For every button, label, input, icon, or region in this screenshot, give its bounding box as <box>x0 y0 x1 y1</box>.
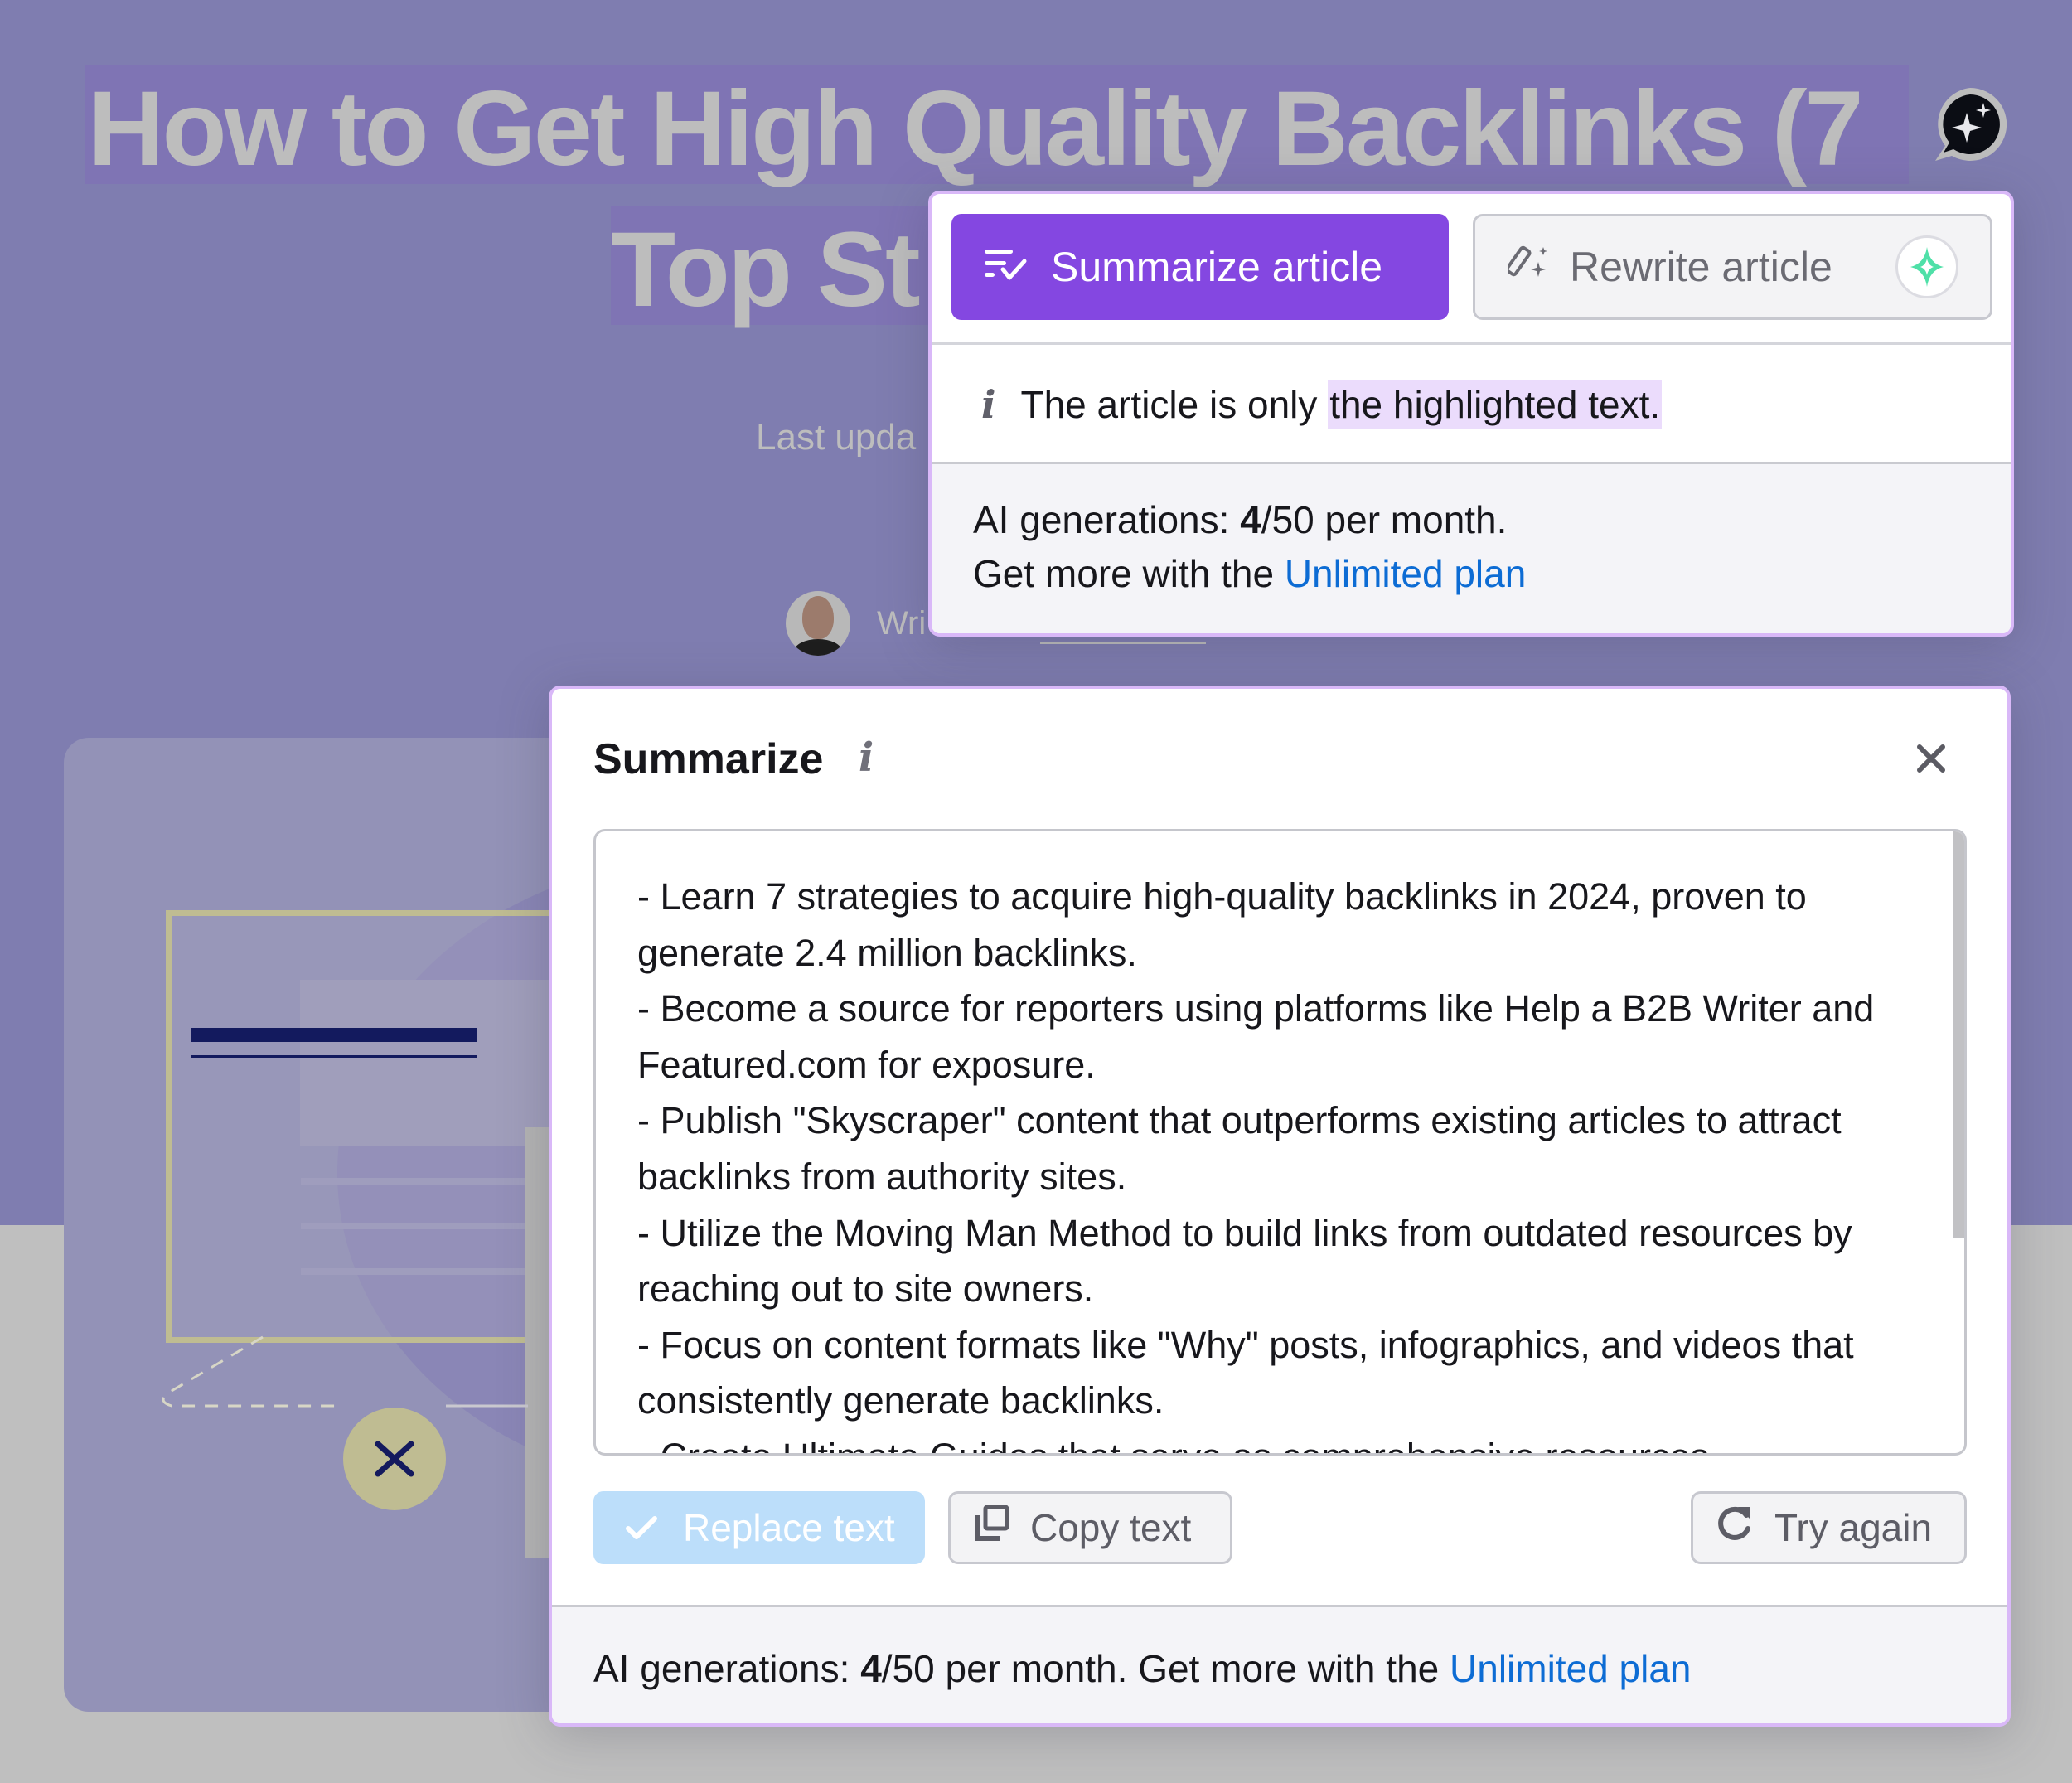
unlimited-plan-link[interactable]: Unlimited plan <box>1285 552 1526 595</box>
summarize-article-button[interactable]: Summarize article <box>951 214 1449 320</box>
close-icon <box>375 1441 414 1477</box>
copy-text-label: Copy text <box>1030 1506 1192 1549</box>
rewrite-article-label: Rewrite article <box>1570 244 1832 290</box>
replace-text-button[interactable]: Replace text <box>593 1491 925 1564</box>
written-by-text: Wri <box>877 605 927 642</box>
replace-text-label: Replace text <box>683 1506 895 1549</box>
scrollbar-thumb[interactable] <box>1953 831 1964 1238</box>
copy-text-button[interactable]: Copy text <box>948 1491 1232 1564</box>
unlimited-plan-link[interactable]: Unlimited plan <box>1450 1647 1691 1690</box>
last-updated-text: Last upda <box>756 417 917 458</box>
divider <box>932 342 2011 345</box>
usage-line: AI generations: 4/50 per month. Get more… <box>593 1647 1692 1690</box>
illustration-x-badge <box>343 1408 446 1510</box>
info-icon: i <box>981 382 996 427</box>
usage-count: 4 <box>860 1647 882 1690</box>
sparkle-icon <box>1895 235 1958 298</box>
usage-line: AI generations: 4/50 per month. <box>973 498 1508 541</box>
scrollbar[interactable] <box>1953 831 1964 1453</box>
upsell-line: Get more with the Unlimited plan <box>973 552 1527 595</box>
scope-notice: i The article is only the highlighted te… <box>981 380 1663 429</box>
list-check-icon <box>985 243 1028 291</box>
usage-count: 4 <box>1240 498 1261 541</box>
article-title-line2: Top St <box>611 211 921 329</box>
summary-text: - Learn 7 strategies to acquire high-qua… <box>637 875 1875 1453</box>
rewrite-article-button[interactable]: Rewrite article <box>1473 214 1992 320</box>
try-again-label: Try again <box>1774 1506 1933 1549</box>
summarize-article-label: Summarize article <box>1051 244 1383 290</box>
summarize-panel: Summarize i - Learn 7 strategies to acqu… <box>549 686 2011 1727</box>
highlighted-text-marker: the highlighted text. <box>1328 380 1663 429</box>
ai-action-popup: Summarize article Rewrite article i The … <box>928 191 2014 637</box>
summary-textarea[interactable]: - Learn 7 strategies to acquire high-qua… <box>593 829 1967 1456</box>
chat-sparkle-icon[interactable] <box>1929 83 2011 166</box>
refresh-icon <box>1715 1504 1755 1553</box>
author-link-underline <box>1040 642 1206 644</box>
article-title-line1: How to Get High Quality Backlinks (7 <box>88 70 1863 188</box>
info-icon[interactable]: i <box>859 734 874 781</box>
usage-footer: AI generations: 4/50 per month. Get more… <box>932 464 2011 633</box>
author-avatar <box>786 591 850 656</box>
scope-notice-text: The article is only <box>1020 383 1329 426</box>
wand-sparkle-icon <box>1505 240 1552 293</box>
close-icon[interactable] <box>1911 739 1951 778</box>
try-again-button[interactable]: Try again <box>1691 1491 1967 1564</box>
panel-title: Summarize <box>593 735 824 783</box>
copy-icon <box>974 1504 1010 1551</box>
checkmark-icon <box>625 1505 658 1550</box>
usage-footer: AI generations: 4/50 per month. Get more… <box>552 1607 2007 1723</box>
